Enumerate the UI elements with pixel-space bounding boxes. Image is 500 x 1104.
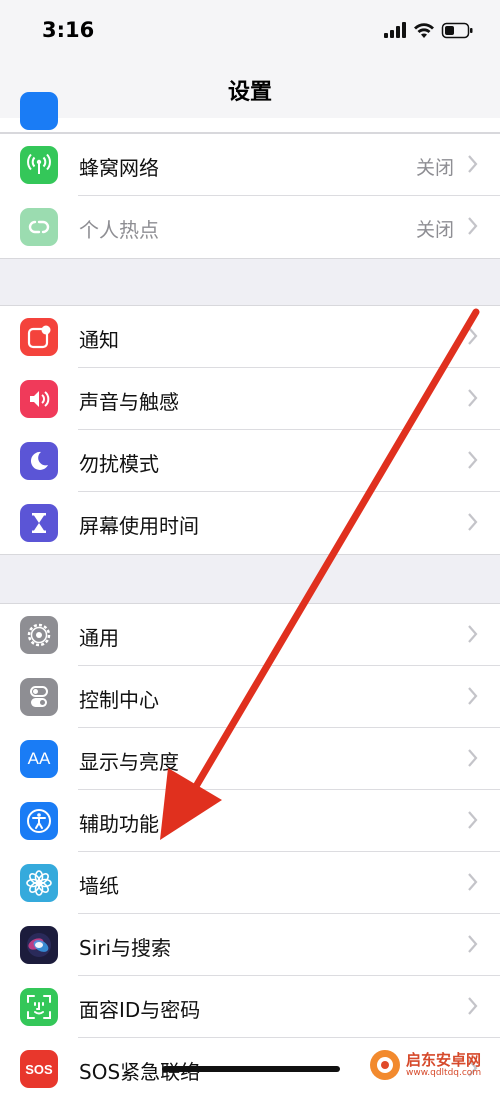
watermark-logo-icon <box>370 1050 400 1080</box>
watermark: 启东安卓网 www.qdltdq.com <box>368 1046 500 1084</box>
annotation-arrow <box>160 308 480 840</box>
watermark-name: 启东安卓网 <box>406 1051 482 1069</box>
home-indicator[interactable] <box>162 1066 340 1072</box>
watermark-url: www.qdltdq.com <box>406 1068 482 1078</box>
